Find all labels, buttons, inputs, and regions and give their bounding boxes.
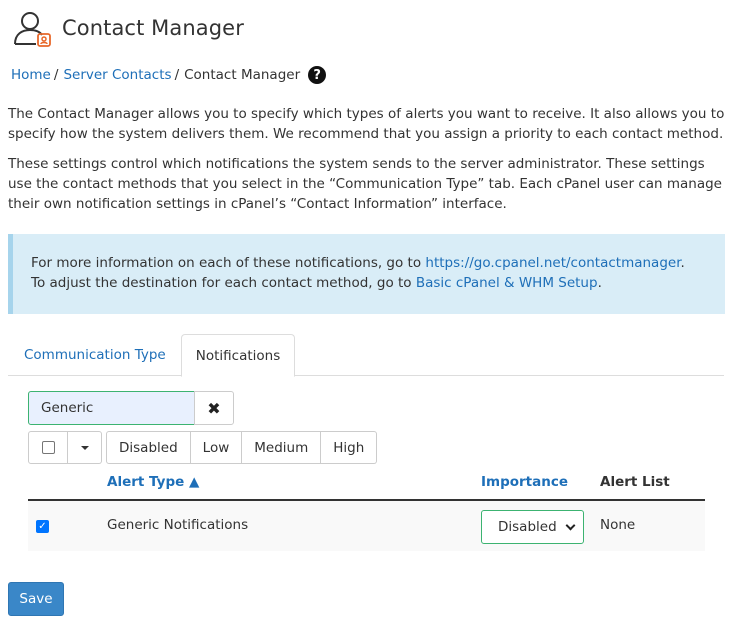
breadcrumb-server-contacts-link[interactable]: Server Contacts [63, 67, 171, 83]
info-line-1: For more information on each of these no… [31, 253, 725, 273]
sort-alert-type-header[interactable]: Alert Type ▲ [107, 474, 199, 490]
info-line-2: To adjust the destination for each conta… [31, 273, 725, 293]
page-title: Contact Manager [62, 16, 244, 40]
notifications-table: Alert Type ▲ Importance Alert List ✓ Gen… [28, 466, 705, 551]
breadcrumb-separator: / [174, 67, 180, 83]
info-text: . [597, 275, 602, 291]
row-checkbox[interactable]: ✓ [36, 520, 49, 533]
breadcrumb-home-link[interactable]: Home [11, 67, 51, 83]
breadcrumb: Home / Server Contacts / Contact Manager… [11, 64, 327, 86]
caret-down-icon [80, 445, 89, 450]
importance-select[interactable]: Disabled [481, 510, 584, 544]
contact-manager-icon [10, 8, 52, 48]
tab-communication-type[interactable]: Communication Type [8, 334, 182, 376]
select-all-button[interactable] [28, 431, 68, 464]
set-high-button[interactable]: High [321, 431, 378, 464]
breadcrumb-current: Contact Manager [184, 67, 301, 83]
description-paragraph-1: The Contact Manager allows you to specif… [8, 106, 725, 142]
page-header: Contact Manager [10, 8, 244, 48]
set-medium-button[interactable]: Medium [242, 431, 322, 464]
alert-list-header: Alert List [600, 474, 670, 490]
select-all-checkbox[interactable] [41, 441, 55, 454]
importance-value: Disabled [498, 519, 557, 535]
table-row: ✓ Generic Notifications Disabled None [28, 501, 705, 551]
filter-input[interactable] [28, 391, 195, 425]
close-icon: ✖ [207, 398, 221, 418]
basic-setup-link[interactable]: Basic cPanel & WHM Setup [416, 275, 598, 291]
alert-list-cell: None [600, 517, 636, 533]
table-header: Alert Type ▲ Importance Alert List [28, 466, 705, 501]
tab-notifications[interactable]: Notifications [181, 334, 295, 377]
set-disabled-button[interactable]: Disabled [106, 431, 191, 464]
info-text: For more information on each of these no… [31, 255, 426, 271]
info-callout: For more information on each of these no… [8, 234, 725, 314]
breadcrumb-separator: / [53, 67, 59, 83]
set-low-button[interactable]: Low [190, 431, 243, 464]
tab-bar: Communication Type Notifications [8, 334, 724, 377]
help-icon[interactable]: ? [308, 66, 327, 84]
alert-type-cell: Generic Notifications [107, 517, 249, 533]
save-button[interactable]: Save [8, 582, 64, 616]
contactmanager-docs-link[interactable]: https://go.cpanel.net/contactmanager [425, 255, 680, 271]
bulk-toolbar: Disabled Low Medium High [28, 431, 378, 464]
description-paragraph-2: These settings control which notificatio… [8, 156, 722, 212]
clear-filter-button[interactable]: ✖ [194, 391, 234, 425]
info-text: To adjust the destination for each conta… [31, 275, 416, 291]
info-text: . [680, 255, 685, 271]
sort-importance-header[interactable]: Importance [481, 474, 568, 490]
chevron-down-icon [565, 520, 576, 530]
select-menu-button[interactable] [68, 431, 102, 464]
